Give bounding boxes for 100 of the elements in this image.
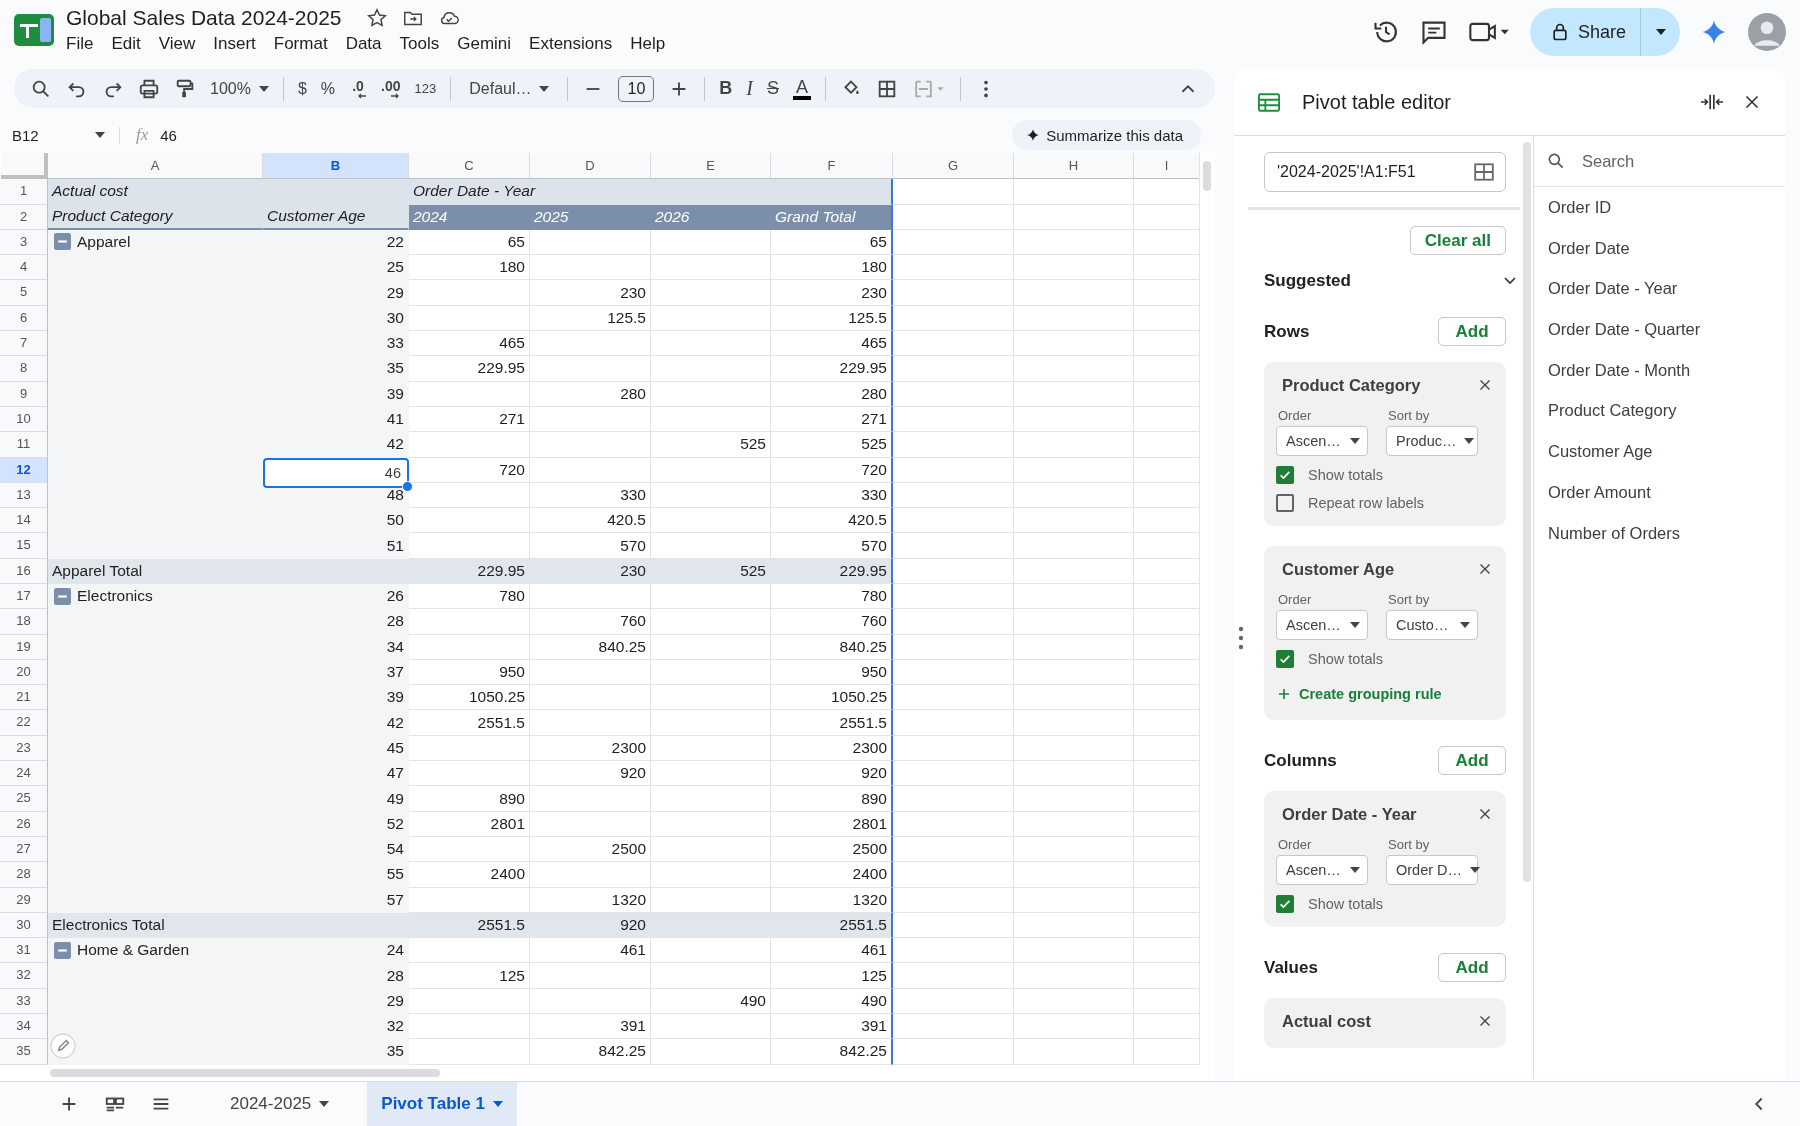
currency-button[interactable]: $ bbox=[297, 79, 307, 98]
italic-button[interactable]: I bbox=[746, 77, 753, 101]
row-number[interactable]: 4 bbox=[0, 255, 48, 281]
row-number[interactable]: 8 bbox=[0, 356, 48, 382]
menu-item[interactable]: View bbox=[149, 32, 205, 56]
column-header[interactable]: F bbox=[771, 153, 893, 180]
bold-button[interactable]: B bbox=[719, 78, 733, 100]
row-number[interactable]: 2 bbox=[0, 204, 48, 230]
clear-all-button[interactable]: Clear all bbox=[1409, 226, 1506, 255]
share-button[interactable]: Share bbox=[1529, 8, 1640, 56]
row-number[interactable]: 20 bbox=[0, 659, 48, 686]
row-number[interactable]: 12 bbox=[0, 457, 48, 483]
row-number[interactable]: 6 bbox=[0, 305, 48, 332]
menu-item[interactable]: Help bbox=[621, 32, 675, 56]
row-number[interactable]: 17 bbox=[0, 584, 48, 610]
field-list-item[interactable]: Number of Orders bbox=[1548, 512, 1785, 554]
field-list-item[interactable]: Customer Age bbox=[1548, 431, 1785, 472]
checkbox[interactable] bbox=[1276, 650, 1294, 668]
column-header[interactable]: A bbox=[48, 153, 263, 180]
row-number[interactable]: 32 bbox=[0, 963, 48, 989]
order-dropdown[interactable]: Ascen… bbox=[1276, 426, 1368, 456]
create-grouping-link[interactable]: Create grouping rule bbox=[1299, 686, 1442, 702]
collapse-group-icon[interactable] bbox=[54, 587, 71, 605]
grid-icon[interactable] bbox=[1473, 161, 1495, 183]
row-number[interactable]: 21 bbox=[0, 685, 48, 711]
row-number[interactable]: 5 bbox=[0, 280, 48, 306]
collapse-group-icon[interactable] bbox=[54, 941, 71, 959]
menu-item[interactable]: Edit bbox=[102, 32, 150, 56]
field-list-item[interactable]: Order Date - Year bbox=[1548, 268, 1785, 310]
name-box[interactable]: B12 bbox=[0, 126, 120, 144]
order-dropdown[interactable]: Ascen… bbox=[1276, 610, 1368, 640]
collapse-group-icon[interactable] bbox=[54, 233, 71, 251]
chevron-down-icon[interactable] bbox=[1504, 277, 1516, 285]
zoom-dropdown[interactable]: 100% bbox=[210, 79, 269, 98]
menu-item[interactable]: Gemini bbox=[448, 32, 521, 56]
row-number[interactable]: 31 bbox=[0, 938, 48, 964]
row-number[interactable]: 11 bbox=[0, 432, 48, 458]
formula-field[interactable]: 46 bbox=[160, 126, 177, 144]
add-button[interactable]: Add bbox=[1438, 746, 1506, 775]
print-icon[interactable] bbox=[138, 77, 160, 100]
checkbox[interactable] bbox=[1276, 895, 1294, 913]
checkbox[interactable] bbox=[1276, 494, 1294, 512]
paint-format-icon[interactable] bbox=[174, 77, 196, 100]
sort-by-dropdown[interactable]: Order D… bbox=[1386, 855, 1478, 885]
field-list-item[interactable]: Product Category bbox=[1548, 390, 1785, 432]
menu-item[interactable]: Data bbox=[336, 32, 391, 56]
document-title[interactable]: Global Sales Data 2024-2025 bbox=[66, 6, 342, 30]
row-number[interactable]: 34 bbox=[0, 1014, 48, 1040]
menu-item[interactable]: File bbox=[66, 32, 103, 56]
decrease-decimal-button[interactable]: .0 bbox=[349, 78, 368, 99]
column-header[interactable]: I bbox=[1134, 153, 1199, 180]
row-number[interactable]: 9 bbox=[0, 381, 48, 407]
menu-item[interactable]: Extensions bbox=[520, 32, 622, 56]
add-button[interactable]: Add bbox=[1438, 953, 1506, 982]
sort-by-dropdown[interactable]: Produc… bbox=[1386, 426, 1478, 456]
column-header[interactable]: G bbox=[893, 153, 1014, 180]
summarize-button[interactable]: Summarize this data bbox=[1012, 120, 1201, 151]
field-list-item[interactable]: Order ID bbox=[1548, 187, 1785, 228]
star-icon[interactable] bbox=[365, 7, 388, 29]
row-number[interactable]: 33 bbox=[0, 988, 48, 1015]
range-field[interactable]: '2024-2025'!A1:F51 bbox=[1264, 152, 1506, 192]
row-number[interactable]: 24 bbox=[0, 761, 48, 787]
row-number[interactable]: 16 bbox=[0, 558, 48, 584]
column-header[interactable]: E bbox=[651, 153, 771, 180]
column-header[interactable]: H bbox=[1014, 153, 1134, 180]
menu-item[interactable]: Insert bbox=[204, 32, 265, 56]
search-field[interactable]: Search bbox=[1580, 150, 1734, 172]
row-number[interactable]: 19 bbox=[0, 634, 48, 660]
field-list-item[interactable]: Order Date - Month bbox=[1548, 349, 1785, 391]
number-format-button[interactable]: 123 bbox=[414, 81, 437, 97]
column-header[interactable]: C bbox=[409, 153, 530, 180]
row-number[interactable]: 1 bbox=[0, 179, 48, 205]
strikethrough-button[interactable]: S bbox=[766, 78, 779, 100]
row-number[interactable]: 22 bbox=[0, 710, 48, 736]
checkbox[interactable] bbox=[1276, 466, 1294, 484]
row-number[interactable]: 29 bbox=[0, 887, 48, 913]
font-size-field[interactable]: 10 bbox=[618, 75, 655, 102]
menu-item[interactable]: Format bbox=[264, 32, 337, 56]
row-number[interactable]: 7 bbox=[0, 331, 48, 357]
order-dropdown[interactable]: Ascen… bbox=[1276, 855, 1368, 885]
row-number[interactable]: 18 bbox=[0, 609, 48, 635]
add-button[interactable]: Add bbox=[1438, 317, 1506, 346]
field-list-item[interactable]: Order Date - Quarter bbox=[1548, 309, 1785, 350]
menu-item[interactable]: Tools bbox=[390, 32, 449, 56]
fill-handle[interactable] bbox=[402, 480, 413, 492]
row-number[interactable]: 27 bbox=[0, 836, 48, 863]
row-number[interactable]: 35 bbox=[0, 1039, 48, 1065]
increase-decimal-button[interactable]: .00 bbox=[381, 78, 401, 99]
font-dropdown[interactable]: Defaul… bbox=[469, 79, 550, 98]
text-color-button[interactable]: A bbox=[792, 77, 811, 100]
row-number[interactable]: 23 bbox=[0, 735, 48, 762]
field-list-item[interactable]: Order Date bbox=[1548, 227, 1785, 269]
row-number[interactable]: 28 bbox=[0, 862, 48, 888]
sheet-tab[interactable]: Pivot Table 1 bbox=[367, 1082, 517, 1126]
row-number[interactable]: 3 bbox=[0, 229, 48, 256]
row-number[interactable]: 15 bbox=[0, 533, 48, 559]
avatar-icon[interactable] bbox=[1748, 13, 1786, 51]
row-number[interactable]: 26 bbox=[0, 811, 48, 837]
plus-icon[interactable] bbox=[1278, 688, 1290, 700]
row-number[interactable]: 13 bbox=[0, 482, 48, 509]
